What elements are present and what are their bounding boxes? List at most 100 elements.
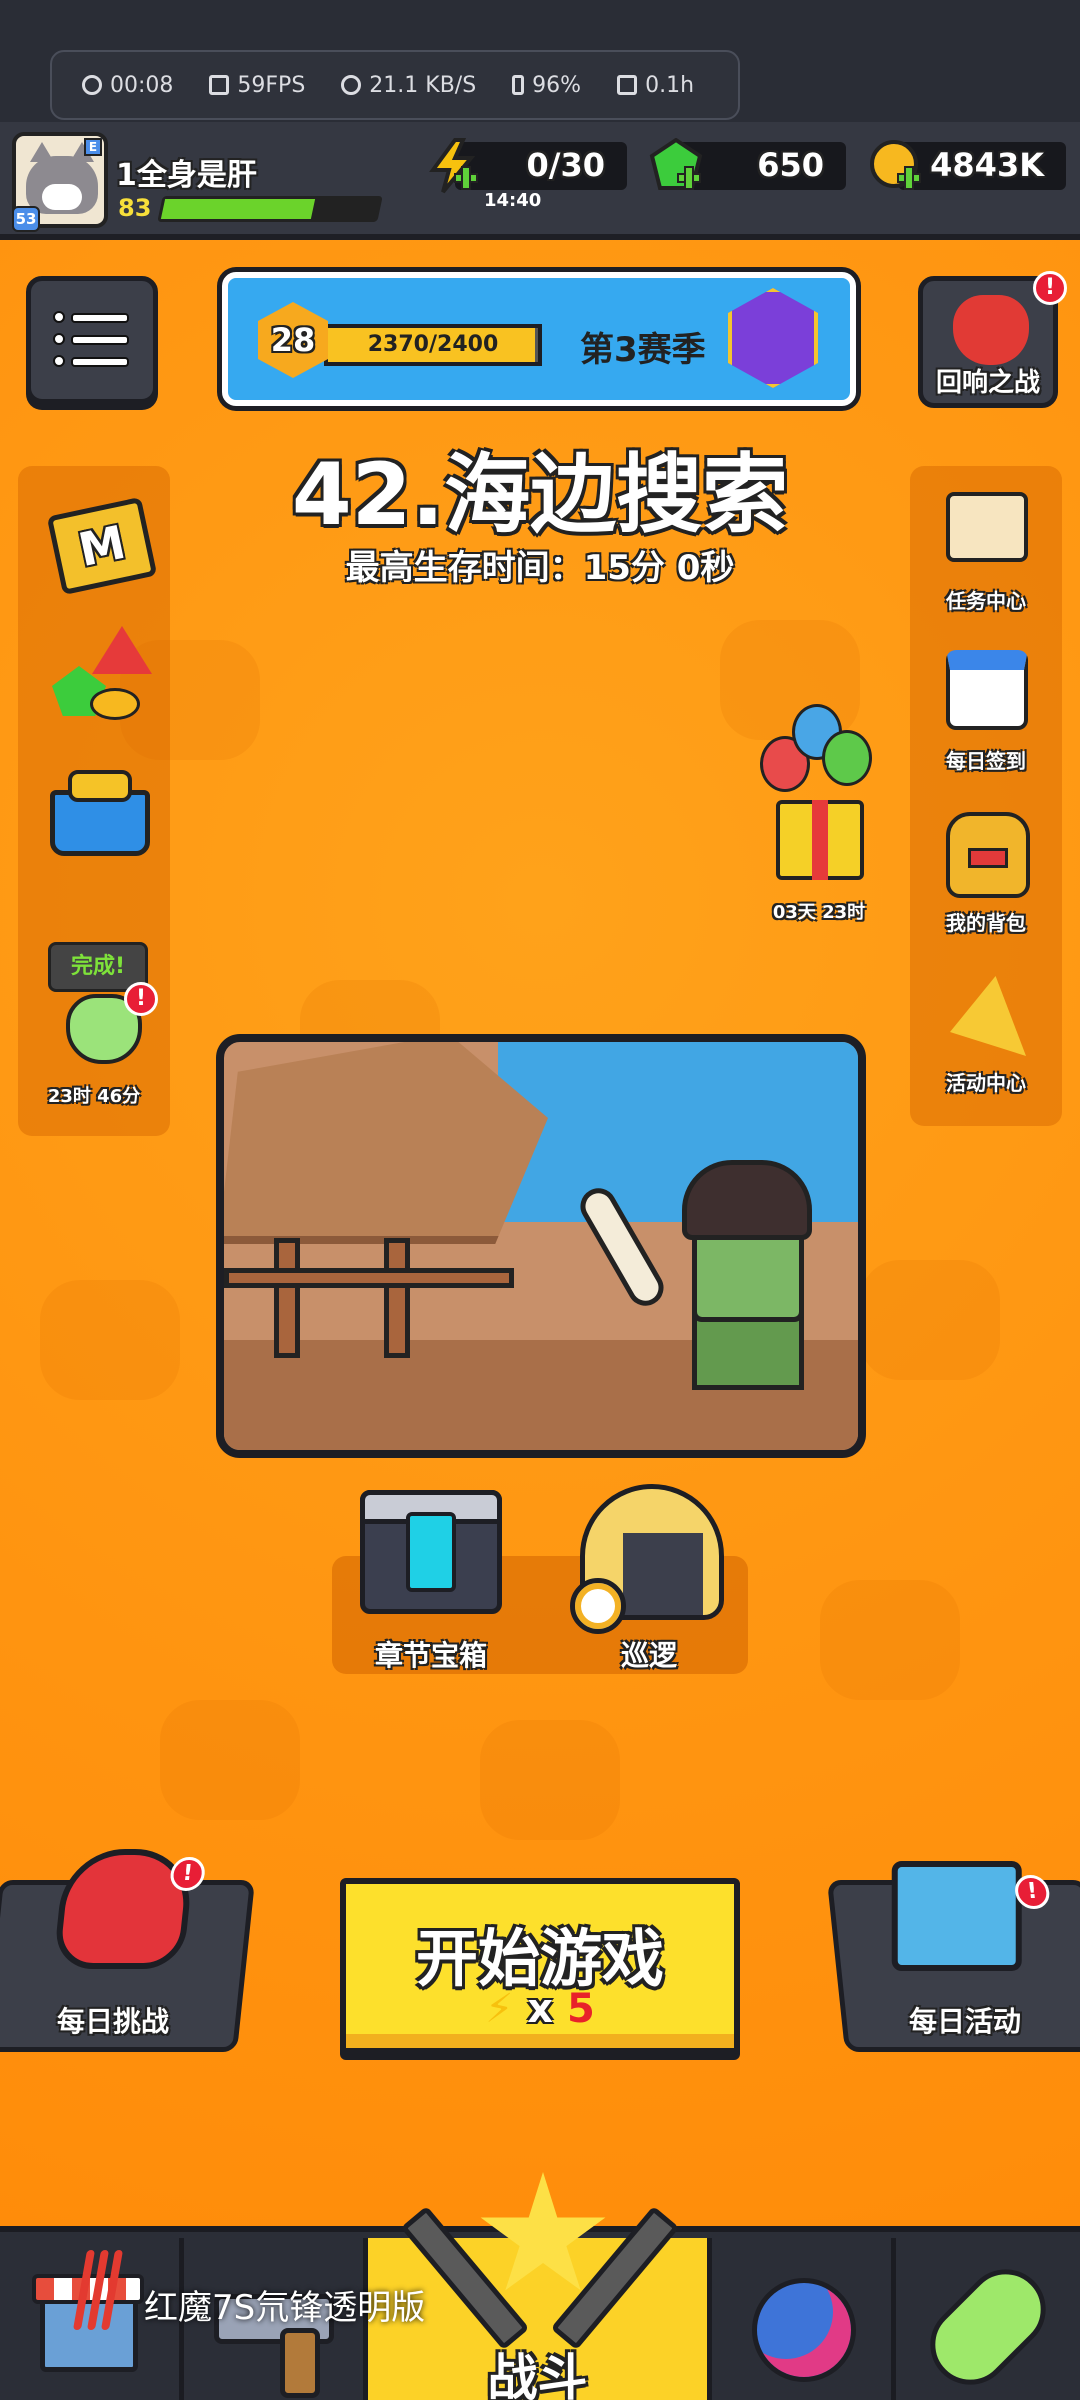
time-text: 00:08 xyxy=(110,72,174,98)
fence-post xyxy=(384,1238,410,1358)
duration-item: 0.1h xyxy=(617,73,694,98)
nav-skills[interactable] xyxy=(712,2238,896,2400)
alert-badge: ! xyxy=(1033,271,1067,305)
avatar-level-badge: 53 xyxy=(12,206,40,232)
treasure-map-icon xyxy=(891,1861,1022,1971)
nav-evolution[interactable] xyxy=(896,2238,1080,2400)
growth-fund-button[interactable] xyxy=(38,626,154,736)
task-center-button[interactable]: 任务中心 xyxy=(924,484,1048,614)
globe-icon xyxy=(341,75,362,95)
gems-counter[interactable]: 650 xyxy=(649,138,846,190)
boot-icon xyxy=(280,2328,320,2398)
scroll-pencil-icon xyxy=(946,492,1028,562)
menu-icon-dot xyxy=(53,311,65,323)
wooden-fence xyxy=(224,1268,514,1288)
energy-value: 0/30 xyxy=(526,146,605,184)
stage-artwork[interactable] xyxy=(186,994,890,1470)
fence-post xyxy=(274,1238,300,1358)
start-cost-value: 5 xyxy=(566,1986,595,2032)
gems-value: 650 xyxy=(757,146,824,184)
season-panel[interactable]: 28 2370/2400 第3赛季 xyxy=(222,272,856,406)
nav-battle-label: 战斗 xyxy=(487,2349,588,2400)
energy-timer: 14:40 xyxy=(484,190,542,211)
m-card-icon: M xyxy=(46,496,158,596)
duration-icon xyxy=(617,75,638,95)
season-level-badge: 28 xyxy=(258,302,328,378)
background-pattern xyxy=(40,1280,180,1400)
chapter-chest-button[interactable] xyxy=(356,1490,506,1630)
menu-icon-line xyxy=(71,357,129,367)
start-cost-multiplier: x xyxy=(527,1986,554,2032)
echo-battle-button[interactable]: 回响之战 ! xyxy=(918,271,1067,408)
start-game-label: 开始游戏 xyxy=(415,1922,664,1995)
performance-overlay: 00:08 59FPS 21.1 KB/S 96% 0.1h xyxy=(50,50,740,120)
dna-capsule-icon xyxy=(913,2252,1063,2400)
time-item: 00:08 xyxy=(82,73,173,98)
monthly-card-button[interactable]: M xyxy=(38,490,158,600)
coins-counter[interactable]: 4843K xyxy=(870,140,1066,190)
chapter-chest-label: 章节宝箱 xyxy=(374,1639,487,1672)
start-game-button[interactable]: 开始游戏 ⚡ x 5 xyxy=(340,1878,740,2054)
echo-battle-label: 回响之战 xyxy=(935,368,1040,398)
season-xp-text: 2370/2400 xyxy=(367,332,499,357)
device-watermark-text: 红魔7S氘锋透明版 xyxy=(144,2288,426,2328)
start-game-cost: ⚡ x 5 xyxy=(346,1986,734,2032)
coins-value: 4843K xyxy=(930,146,1044,184)
lightning-icon: ⚡ xyxy=(485,1986,514,2032)
city-icon xyxy=(623,1533,703,1615)
season-rank-star-icon xyxy=(728,288,818,388)
battery-text: 96% xyxy=(532,72,582,98)
battery-item: 96% xyxy=(512,73,581,98)
daily-event-label: 每日活动 xyxy=(908,2005,1021,2038)
stage-frame xyxy=(216,1034,866,1458)
balloon-icon xyxy=(822,730,872,786)
event-center-button[interactable]: 活动中心 xyxy=(924,966,1048,1096)
coin-plus-icon xyxy=(870,140,921,190)
gold-bars-icon xyxy=(68,770,132,802)
player-xp-fill xyxy=(160,199,315,219)
coin-icon xyxy=(90,688,140,720)
daily-checkin-label: 每日签到 xyxy=(946,749,1026,773)
zombie-body xyxy=(692,1310,804,1390)
completed-reward-timer: 23时 46分 xyxy=(47,1086,141,1107)
left-side-panel: M 完成! ! xyxy=(18,466,170,1136)
zombie-character xyxy=(674,1160,824,1400)
avatar-tag: E xyxy=(84,138,102,156)
menu-icon-dot xyxy=(53,333,65,345)
gift-balloon-button[interactable] xyxy=(760,700,880,900)
task-center-label: 任务中心 xyxy=(946,589,1026,613)
top-bar: E 53 1全身是肝 83 0/30 14:40 650 4843K xyxy=(0,122,1080,240)
event-center-label: 活动中心 xyxy=(946,1071,1026,1095)
gift-timer: 03天 23时 xyxy=(772,902,866,923)
status-bar: 00:08 59FPS 21.1 KB/S 96% 0.1h xyxy=(0,0,1080,122)
backpack-strap xyxy=(968,848,1008,868)
player-xp-bar xyxy=(157,196,383,222)
fps-item: 59FPS xyxy=(209,73,305,98)
cat-face xyxy=(42,184,82,210)
fps-icon xyxy=(209,75,230,95)
battery-icon xyxy=(512,75,525,95)
my-bag-label: 我的背包 xyxy=(946,911,1026,935)
clock-icon xyxy=(82,75,102,95)
fps-text: 59FPS xyxy=(237,72,306,98)
demon-face-icon xyxy=(953,295,1029,365)
alert-badge: ! xyxy=(124,982,158,1016)
menu-button[interactable] xyxy=(26,276,158,404)
daily-checkin-button[interactable]: 每日签到 xyxy=(924,644,1048,774)
patrol-button[interactable] xyxy=(570,1484,730,1634)
party-horn-icon xyxy=(950,976,1026,1056)
energy-counter[interactable]: 0/30 xyxy=(429,138,627,194)
patrol-label: 巡逻 xyxy=(620,1639,677,1672)
up-arrow-icon xyxy=(92,626,152,674)
chest-energy-core-icon xyxy=(406,1512,456,1592)
calendar-icon xyxy=(946,650,1028,730)
my-bag-button[interactable]: 我的背包 xyxy=(924,806,1048,936)
shop-cart-button[interactable] xyxy=(38,766,154,876)
network-item: 21.1 KB/S xyxy=(341,73,476,98)
completed-reward-button[interactable]: 完成! ! xyxy=(38,942,158,1064)
duration-text: 0.1h xyxy=(645,72,695,98)
player-name: 1全身是肝 xyxy=(116,158,257,193)
gem-plus-icon xyxy=(649,138,703,190)
daily-challenge-label: 每日挑战 xyxy=(56,2005,169,2038)
lightning-plus-icon xyxy=(429,138,478,194)
